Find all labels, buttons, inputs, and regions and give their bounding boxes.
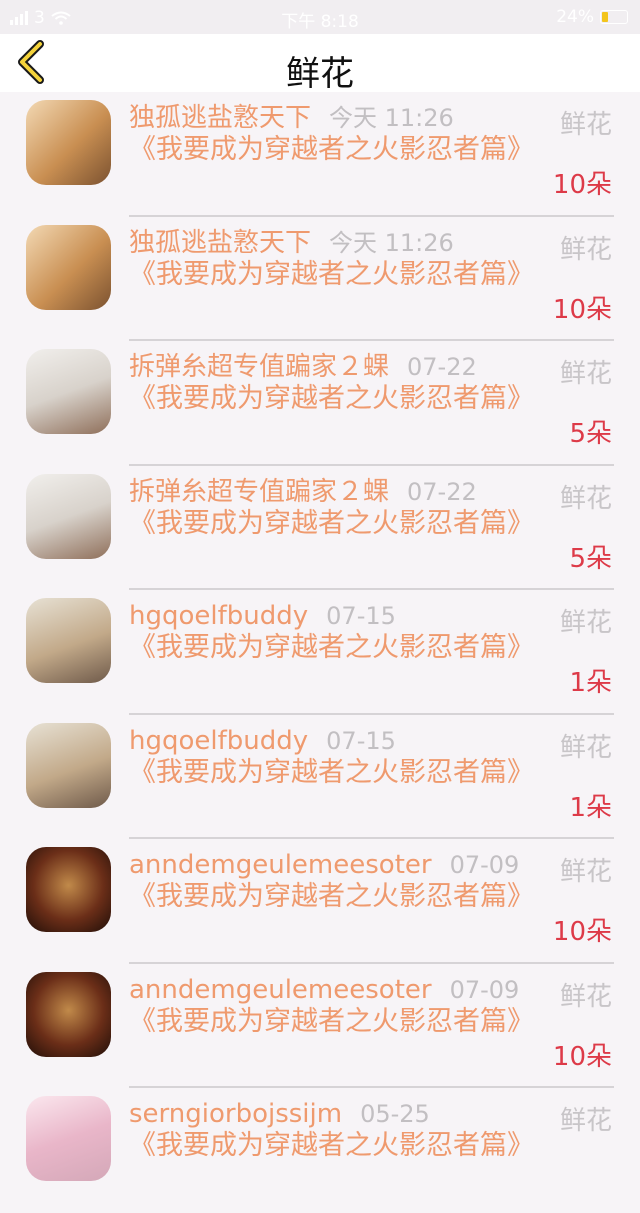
username[interactable]: 拆弹糸超专值蹁家２蜾: [129, 477, 389, 507]
item-text: anndemgeulemeesoter 07-09 《我要成为穿越者之火影忍者篇》: [129, 974, 534, 1037]
username[interactable]: hgqoelfbuddy: [129, 726, 308, 756]
item-text: hgqoelfbuddy 07-15 《我要成为穿越者之火影忍者篇》: [129, 725, 534, 788]
item-text: 独孤逃盐憝天下 今天 11:26 《我要成为穿越者之火影忍者篇》: [129, 227, 534, 290]
gift-type: 鲜花: [559, 732, 612, 763]
username[interactable]: hgqoelfbuddy: [129, 601, 308, 631]
list-item[interactable]: 独孤逃盐憝天下 今天 11:26 《我要成为穿越者之火影忍者篇》 鲜花 10朵: [0, 217, 640, 341]
gift-type: 鲜花: [559, 234, 612, 265]
flower-count: 5朵: [569, 543, 612, 574]
item-text: anndemgeulemeesoter 07-09 《我要成为穿越者之火影忍者篇》: [129, 849, 534, 912]
timestamp: 07-09: [449, 851, 520, 879]
status-right: 24%: [556, 7, 628, 27]
timestamp: 07-15: [326, 726, 396, 755]
gift-type: 鲜花: [559, 608, 612, 638]
battery-percent: 24%: [556, 7, 594, 27]
username[interactable]: 独孤逃盐憝天下: [129, 103, 311, 133]
book-title[interactable]: 《我要成为穿越者之火影忍者篇》: [129, 632, 534, 663]
username[interactable]: serngiorbojssijm: [129, 1099, 342, 1129]
avatar[interactable]: [26, 971, 111, 1057]
list-item[interactable]: 独孤逃盐憝天下 今天 11:26 《我要成为穿越者之火影忍者篇》 鲜花 10朵: [0, 92, 640, 217]
list-item[interactable]: anndemgeulemeesoter 07-09 《我要成为穿越者之火影忍者篇》…: [0, 964, 640, 1088]
timestamp: 07-09: [449, 975, 520, 1004]
timestamp: 07-22: [407, 353, 477, 381]
timestamp: 05-25: [360, 1100, 430, 1128]
flower-count: 1朵: [569, 668, 612, 698]
item-text: hgqoelfbuddy 07-15 《我要成为穿越者之火影忍者篇》: [129, 600, 534, 663]
book-title[interactable]: 《我要成为穿越者之火影忍者篇》: [129, 757, 534, 788]
timestamp: 今天 11:26: [329, 104, 454, 132]
timestamp: 07-15: [326, 602, 396, 630]
gift-type: 鲜花: [559, 857, 612, 887]
status-bar: 3 下午 8:18 24%: [0, 0, 640, 34]
avatar[interactable]: [26, 847, 111, 932]
list-item[interactable]: hgqoelfbuddy 07-15 《我要成为穿越者之火影忍者篇》 鲜花 1朵: [0, 715, 640, 839]
avatar[interactable]: [26, 224, 111, 310]
list-item[interactable]: 拆弹糸超专值蹁家２蜾 07-22 《我要成为穿越者之火影忍者篇》 鲜花 5朵: [0, 466, 640, 590]
gift-type: 鲜花: [559, 1106, 612, 1136]
book-title[interactable]: 《我要成为穿越者之火影忍者篇》: [129, 383, 534, 414]
book-title[interactable]: 《我要成为穿越者之火影忍者篇》: [129, 508, 534, 539]
list-item[interactable]: serngiorbojssijm 05-25 《我要成为穿越者之火影忍者篇》 鲜花: [0, 1088, 640, 1213]
item-text: 独孤逃盐憝天下 今天 11:26 《我要成为穿越者之火影忍者篇》: [129, 102, 534, 165]
flower-count: 5朵: [569, 419, 612, 449]
flower-count: 1朵: [569, 792, 612, 823]
book-title[interactable]: 《我要成为穿越者之火影忍者篇》: [129, 1130, 534, 1161]
flower-count: 10朵: [552, 294, 612, 325]
username[interactable]: 拆弹糸超专值蹁家２蜾: [129, 352, 389, 382]
item-text: 拆弹糸超专值蹁家２蜾 07-22 《我要成为穿越者之火影忍者篇》: [129, 476, 534, 539]
gift-type: 鲜花: [559, 981, 612, 1012]
book-title[interactable]: 《我要成为穿越者之火影忍者篇》: [129, 881, 534, 912]
username[interactable]: anndemgeulemeesoter: [129, 975, 432, 1005]
username[interactable]: 独孤逃盐憝天下: [129, 228, 311, 258]
flower-count: 10朵: [552, 170, 612, 200]
battery-icon: [600, 10, 628, 24]
item-text: serngiorbojssijm 05-25 《我要成为穿越者之火影忍者篇》: [129, 1098, 534, 1161]
avatar[interactable]: [26, 473, 111, 559]
book-title[interactable]: 《我要成为穿越者之火影忍者篇》: [129, 1006, 534, 1037]
flower-list: 独孤逃盐憝天下 今天 11:26 《我要成为穿越者之火影忍者篇》 鲜花 10朵 独…: [0, 92, 640, 1213]
book-title[interactable]: 《我要成为穿越者之火影忍者篇》: [129, 134, 534, 165]
page-title: 鲜花: [286, 54, 354, 94]
avatar[interactable]: [26, 598, 111, 683]
item-text: 拆弹糸超专值蹁家２蜾 07-22 《我要成为穿越者之火影忍者篇》: [129, 351, 534, 414]
gift-type: 鲜花: [559, 483, 612, 514]
avatar[interactable]: [26, 349, 111, 434]
timestamp: 07-22: [407, 477, 477, 506]
timestamp: 今天 11:26: [329, 228, 454, 257]
list-item[interactable]: hgqoelfbuddy 07-15 《我要成为穿越者之火影忍者篇》 鲜花 1朵: [0, 590, 640, 715]
avatar[interactable]: [26, 722, 111, 808]
nav-bar: 鲜花: [0, 34, 640, 94]
avatar[interactable]: [26, 100, 111, 185]
book-title[interactable]: 《我要成为穿越者之火影忍者篇》: [129, 259, 534, 290]
status-time: 下午 8:18: [281, 12, 359, 32]
gift-type: 鲜花: [559, 359, 612, 389]
list-item[interactable]: 拆弹糸超专值蹁家２蜾 07-22 《我要成为穿越者之火影忍者篇》 鲜花 5朵: [0, 341, 640, 466]
flower-count: 10朵: [552, 917, 612, 947]
username[interactable]: anndemgeulemeesoter: [129, 850, 432, 880]
gift-type: 鲜花: [559, 110, 612, 140]
flower-count: 10朵: [552, 1041, 612, 1072]
list-item[interactable]: anndemgeulemeesoter 07-09 《我要成为穿越者之火影忍者篇》…: [0, 839, 640, 964]
